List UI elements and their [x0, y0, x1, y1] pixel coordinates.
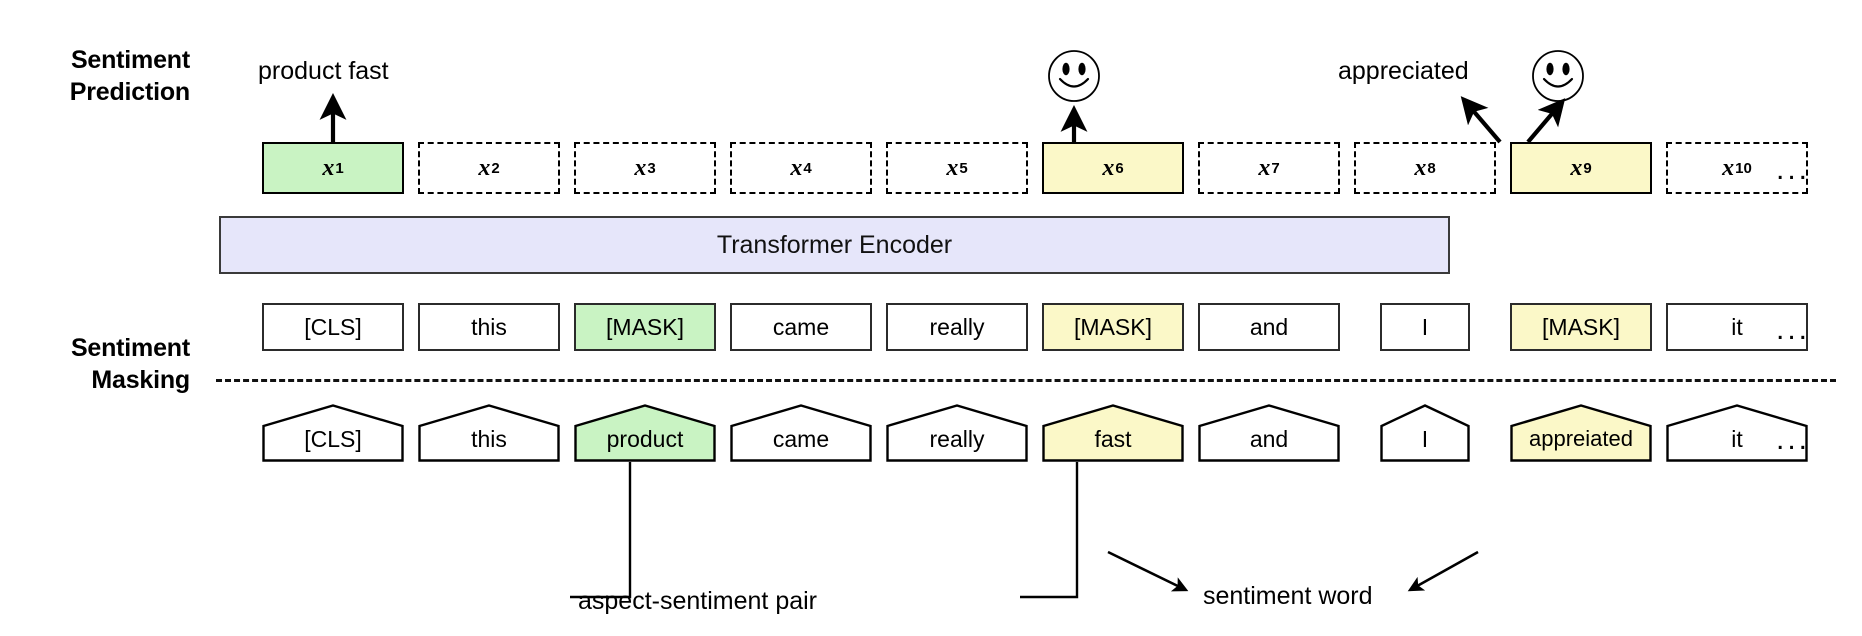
output-token-x9: x9 [1510, 142, 1652, 194]
masked-token-label: [CLS] [304, 313, 362, 340]
input-token-4: came [730, 404, 872, 462]
transformer-encoder-label: Transformer Encoder [716, 230, 953, 259]
output-token-index: 6 [1115, 159, 1124, 177]
output-token-x8: x8 [1354, 142, 1496, 194]
output-token-index: 1 [335, 159, 344, 177]
input-token-shape [1380, 404, 1470, 462]
sentiment-word-prediction-text: appreciated [1338, 57, 1469, 85]
output-token-var: x [634, 154, 647, 181]
ellipsis-output-row: ... [1776, 153, 1811, 186]
smiley-face-icon-2 [1530, 48, 1586, 109]
output-token-x3: x3 [574, 142, 716, 194]
arrow-fast-to-sentiment-word [1107, 550, 1189, 592]
output-token-var: x [1722, 154, 1735, 181]
input-token-shape [418, 404, 560, 462]
bracket-aspect-sentiment-pair [570, 462, 632, 599]
diagram-canvas: Sentiment Prediction Sentiment Masking p… [0, 0, 1862, 636]
output-token-x4: x4 [730, 142, 872, 194]
sentiment-prediction-line-2: Prediction [69, 78, 190, 106]
masked-token-7: and [1198, 303, 1340, 351]
aspect-prediction-text: product fast [258, 57, 389, 85]
masked-token-1: [CLS] [262, 303, 404, 351]
input-token-5: really [886, 404, 1028, 462]
output-token-var: x [1102, 154, 1115, 181]
output-token-x7: x7 [1198, 142, 1340, 194]
output-token-index: 4 [803, 159, 812, 177]
output-token-index: 9 [1583, 159, 1592, 177]
arrow-x9-to-sentiment-word [1460, 96, 1502, 144]
masked-token-label: really [929, 313, 985, 340]
masked-token-2: this [418, 303, 560, 351]
aspect-sentiment-pair-label: aspect-sentiment pair [578, 587, 818, 615]
output-token-var: x [946, 154, 959, 181]
output-token-var: x [790, 154, 803, 181]
sentiment-word-label: sentiment word [1203, 582, 1373, 610]
input-token-shape [1198, 404, 1340, 462]
input-token-7: and [1198, 404, 1340, 462]
input-token-shape [886, 404, 1028, 462]
masked-token-4: came [730, 303, 872, 351]
output-token-var: x [1258, 154, 1271, 181]
output-token-x2: x2 [418, 142, 560, 194]
bracket-aspect-sentiment-pair-right [1020, 462, 1079, 599]
input-token-3: product [574, 404, 716, 462]
output-token-var: x [1570, 154, 1583, 181]
input-token-shape [730, 404, 872, 462]
masked-token-label: and [1249, 313, 1289, 340]
output-token-x5: x5 [886, 142, 1028, 194]
input-token-6: fast [1042, 404, 1184, 462]
input-token-shape [1510, 404, 1652, 462]
masked-token-9: [MASK] [1510, 303, 1652, 351]
input-token-8: I [1380, 404, 1470, 462]
masked-token-label: this [471, 313, 507, 340]
input-token-shape [1042, 404, 1184, 462]
input-token-shape [574, 404, 716, 462]
output-token-index: 2 [491, 159, 500, 177]
masked-token-5: really [886, 303, 1028, 351]
masked-token-label: I [1421, 313, 1429, 340]
output-token-index: 7 [1271, 159, 1280, 177]
masked-token-8: I [1380, 303, 1470, 351]
output-token-index: 3 [647, 159, 656, 177]
input-token-9: appreiated [1510, 404, 1652, 462]
section-divider [216, 379, 1836, 382]
output-token-x6: x6 [1042, 142, 1184, 194]
masked-token-label: [MASK] [1074, 313, 1152, 340]
masked-token-label: came [772, 313, 830, 340]
masked-token-label: [MASK] [1542, 313, 1620, 340]
input-token-shape [262, 404, 404, 462]
output-token-index: 5 [959, 159, 968, 177]
masked-token-label: it [1731, 313, 1743, 340]
transformer-encoder-box: Transformer Encoder [219, 216, 1450, 274]
section-label-sentiment-prediction: Sentiment Prediction [10, 44, 190, 108]
sentiment-prediction-line-1: Sentiment [70, 46, 190, 74]
smiley-face-icon-1 [1046, 48, 1102, 109]
input-token-1: [CLS] [262, 404, 404, 462]
arrow-appreiated-to-sentiment-word [1407, 550, 1479, 592]
output-token-var: x [478, 154, 491, 181]
masked-token-label: [MASK] [606, 313, 684, 340]
masked-token-6: [MASK] [1042, 303, 1184, 351]
ellipsis-mask-row: ... [1776, 313, 1811, 346]
output-token-x1: x1 [262, 142, 404, 194]
masked-token-3: [MASK] [574, 303, 716, 351]
output-token-var: x [1414, 154, 1427, 181]
output-token-index: 10 [1735, 159, 1752, 177]
output-token-var: x [322, 154, 335, 181]
sentiment-masking-line-2: Masking [91, 366, 190, 394]
section-label-sentiment-masking: Sentiment Masking [10, 332, 190, 396]
input-token-2: this [418, 404, 560, 462]
output-token-index: 8 [1427, 159, 1436, 177]
ellipsis-input-row: ... [1776, 423, 1811, 456]
sentiment-masking-line-1: Sentiment [70, 334, 190, 362]
